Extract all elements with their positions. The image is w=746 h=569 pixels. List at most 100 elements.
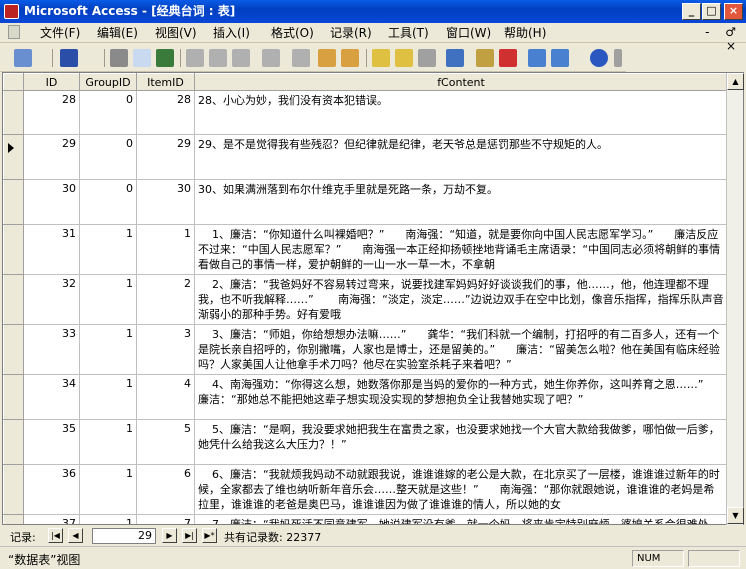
table-row[interactable]: 31 1 1 1、廉洁：“你知道什么叫裸婚吧？” 南海强：“知道，就是要你向中国人民… — [3, 224, 728, 275]
cell-groupid[interactable]: 1 — [79, 464, 137, 515]
menu-file[interactable]: 文件(F) — [40, 25, 80, 41]
new-object-icon[interactable] — [551, 49, 569, 67]
cell-itemid[interactable]: 7 — [136, 514, 195, 524]
cut-icon[interactable] — [186, 49, 204, 67]
column-header-itemid[interactable]: ItemID — [136, 73, 195, 91]
record-selector[interactable] — [3, 464, 24, 515]
record-selector[interactable] — [3, 134, 24, 180]
menu-help[interactable]: 帮助(H) — [504, 25, 546, 41]
copy-icon[interactable] — [209, 49, 227, 67]
print-preview-icon[interactable] — [133, 49, 151, 67]
cell-id[interactable]: 37 — [23, 514, 80, 524]
mdi-window-controls[interactable]: - ♂ × — [682, 25, 742, 53]
cell-itemid[interactable]: 30 — [136, 179, 195, 225]
minimize-button[interactable]: _ — [682, 3, 701, 20]
record-selector[interactable] — [3, 224, 24, 275]
undo-icon[interactable] — [262, 49, 280, 67]
cell-id[interactable]: 35 — [23, 419, 80, 465]
access-app-icon[interactable] — [4, 4, 19, 19]
table-row[interactable]: 29 0 29 29、是不是觉得我有些残忍？但纪律就是纪律，老天爷总是惩罚那些不守规矩… — [3, 134, 728, 180]
next-record-button[interactable]: ▶ — [162, 528, 177, 543]
cell-groupid[interactable]: 0 — [79, 134, 137, 180]
cell-itemid[interactable]: 3 — [136, 324, 195, 375]
cell-id[interactable]: 29 — [23, 134, 80, 180]
new-record-nav-button[interactable]: ▶* — [202, 528, 217, 543]
cell-itemid[interactable]: 1 — [136, 224, 195, 275]
cell-groupid[interactable]: 1 — [79, 419, 137, 465]
paste-icon[interactable] — [232, 49, 250, 67]
record-selector[interactable] — [3, 90, 24, 135]
filter-by-selection-icon[interactable] — [372, 49, 390, 67]
cell-id[interactable]: 36 — [23, 464, 80, 515]
cell-itemid[interactable]: 4 — [136, 374, 195, 420]
print-icon[interactable] — [110, 49, 128, 67]
last-record-button[interactable]: ▶| — [182, 528, 197, 543]
cell-id[interactable]: 28 — [23, 90, 80, 135]
table-window-icon[interactable] — [8, 25, 20, 39]
cell-fcontent[interactable]: 2、廉洁：“我爸妈好不容易转过弯来，说要找建军妈妈好好谈谈我们的事，他……，他，… — [194, 274, 728, 325]
table-row[interactable]: 28 0 28 28、小心为妙，我们没有资本犯错误。 — [3, 90, 728, 135]
record-selector[interactable] — [3, 419, 24, 465]
save-icon[interactable] — [60, 49, 78, 67]
maximize-button[interactable]: □ — [702, 3, 721, 20]
cell-fcontent[interactable]: 28、小心为妙，我们没有资本犯错误。 — [194, 90, 728, 135]
menu-window[interactable]: 窗口(W) — [446, 25, 491, 41]
cell-groupid[interactable]: 1 — [79, 324, 137, 375]
column-header-fcontent[interactable]: fContent — [194, 73, 728, 91]
scroll-down-button[interactable]: ▼ — [727, 507, 744, 524]
column-header-groupid[interactable]: GroupID — [79, 73, 137, 91]
spelling-icon[interactable] — [156, 49, 174, 67]
cell-fcontent[interactable]: 3、廉洁：“师姐，你给想想办法嘛……” 龚华：“我们科就一个编制，打招呼的有二百… — [194, 324, 728, 375]
sort-descending-icon[interactable] — [341, 49, 359, 67]
cell-fcontent[interactable]: 1、廉洁：“你知道什么叫裸婚吧？” 南海强：“知道，就是要你向中国人民志愿军学习… — [194, 224, 728, 275]
cell-id[interactable]: 30 — [23, 179, 80, 225]
cell-id[interactable]: 31 — [23, 224, 80, 275]
table-row[interactable]: 33 1 3 3、廉洁：“师姐，你给想想办法嘛……” 龚华：“我们科就一个编制，打招… — [3, 324, 728, 375]
table-row[interactable]: 30 0 30 30、如果满洲落到布尔什维克手里就是死路一条，万劫不复。 — [3, 179, 728, 225]
cell-groupid[interactable]: 0 — [79, 179, 137, 225]
cell-id[interactable]: 32 — [23, 274, 80, 325]
apply-filter-icon[interactable] — [418, 49, 436, 67]
menu-edit[interactable]: 编辑(E) — [97, 25, 138, 41]
scroll-up-button[interactable]: ▲ — [727, 73, 744, 90]
cell-itemid[interactable]: 6 — [136, 464, 195, 515]
database-window-icon[interactable] — [528, 49, 546, 67]
cell-fcontent[interactable]: 5、廉洁：“是啊，我没要求她把我生在富贵之家，也没要求她找一个大官大款给我做爹，… — [194, 419, 728, 465]
cell-fcontent[interactable]: 29、是不是觉得我有些残忍？但纪律就是纪律，老天爷总是惩罚那些不守规矩的人。 — [194, 134, 728, 180]
menu-format[interactable]: 格式(O) — [271, 25, 314, 41]
cell-id[interactable]: 34 — [23, 374, 80, 420]
cell-fcontent[interactable]: 7、廉洁：“我妈死活不同意建军，她说建军没有爹，就一个妈，将来肯定特别麻烦。婆媳… — [194, 514, 728, 524]
cell-itemid[interactable]: 29 — [136, 134, 195, 180]
find-icon[interactable] — [446, 49, 464, 67]
menu-tools[interactable]: 工具(T) — [388, 25, 429, 41]
sort-ascending-icon[interactable] — [318, 49, 336, 67]
table-row[interactable]: 37 1 7 7、廉洁：“我妈死活不同意建军，她说建军没有爹，就一个妈，将来肯定特别… — [3, 514, 728, 524]
cell-itemid[interactable]: 2 — [136, 274, 195, 325]
help-icon[interactable] — [590, 49, 608, 67]
menu-view[interactable]: 视图(V) — [155, 25, 197, 41]
filter-by-form-icon[interactable] — [395, 49, 413, 67]
column-header-id[interactable]: ID — [23, 73, 80, 91]
vertical-scrollbar[interactable]: ▲ ▼ — [726, 73, 744, 525]
cell-fcontent[interactable]: 30、如果满洲落到布尔什维克手里就是死路一条，万劫不复。 — [194, 179, 728, 225]
cell-groupid[interactable]: 0 — [79, 90, 137, 135]
cell-groupid[interactable]: 1 — [79, 274, 137, 325]
cell-itemid[interactable]: 28 — [136, 90, 195, 135]
record-selector[interactable] — [3, 274, 24, 325]
record-number-input[interactable]: 29 — [92, 528, 156, 544]
select-all-corner[interactable] — [3, 73, 24, 91]
record-selector[interactable] — [3, 374, 24, 420]
close-button[interactable]: × — [724, 3, 743, 20]
cell-fcontent[interactable]: 6、廉洁：“我就烦我妈动不动就跟我说，谁谁谁嫁的老公是大款，在北京买了一层楼，谁… — [194, 464, 728, 515]
cell-groupid[interactable]: 1 — [79, 374, 137, 420]
record-selector[interactable] — [3, 179, 24, 225]
cell-fcontent[interactable]: 4、南海强劝：“你得这么想，她数落你那是当妈的爱你的一种方式，她生你养你，这叫养… — [194, 374, 728, 420]
cell-groupid[interactable]: 1 — [79, 224, 137, 275]
cell-groupid[interactable]: 1 — [79, 514, 137, 524]
delete-record-icon[interactable] — [499, 49, 517, 67]
cell-itemid[interactable]: 5 — [136, 419, 195, 465]
table-row[interactable]: 32 1 2 2、廉洁：“我爸妈好不容易转过弯来，说要找建军妈妈好好谈谈我们的事，他… — [3, 274, 728, 325]
table-row[interactable]: 35 1 5 5、廉洁：“是啊，我没要求她把我生在富贵之家，也没要求她找一个大官大款… — [3, 419, 728, 465]
table-row[interactable]: 34 1 4 4、南海强劝：“你得这么想，她数落你那是当妈的爱你的一种方式，她生你养… — [3, 374, 728, 420]
new-record-icon[interactable] — [476, 49, 494, 67]
